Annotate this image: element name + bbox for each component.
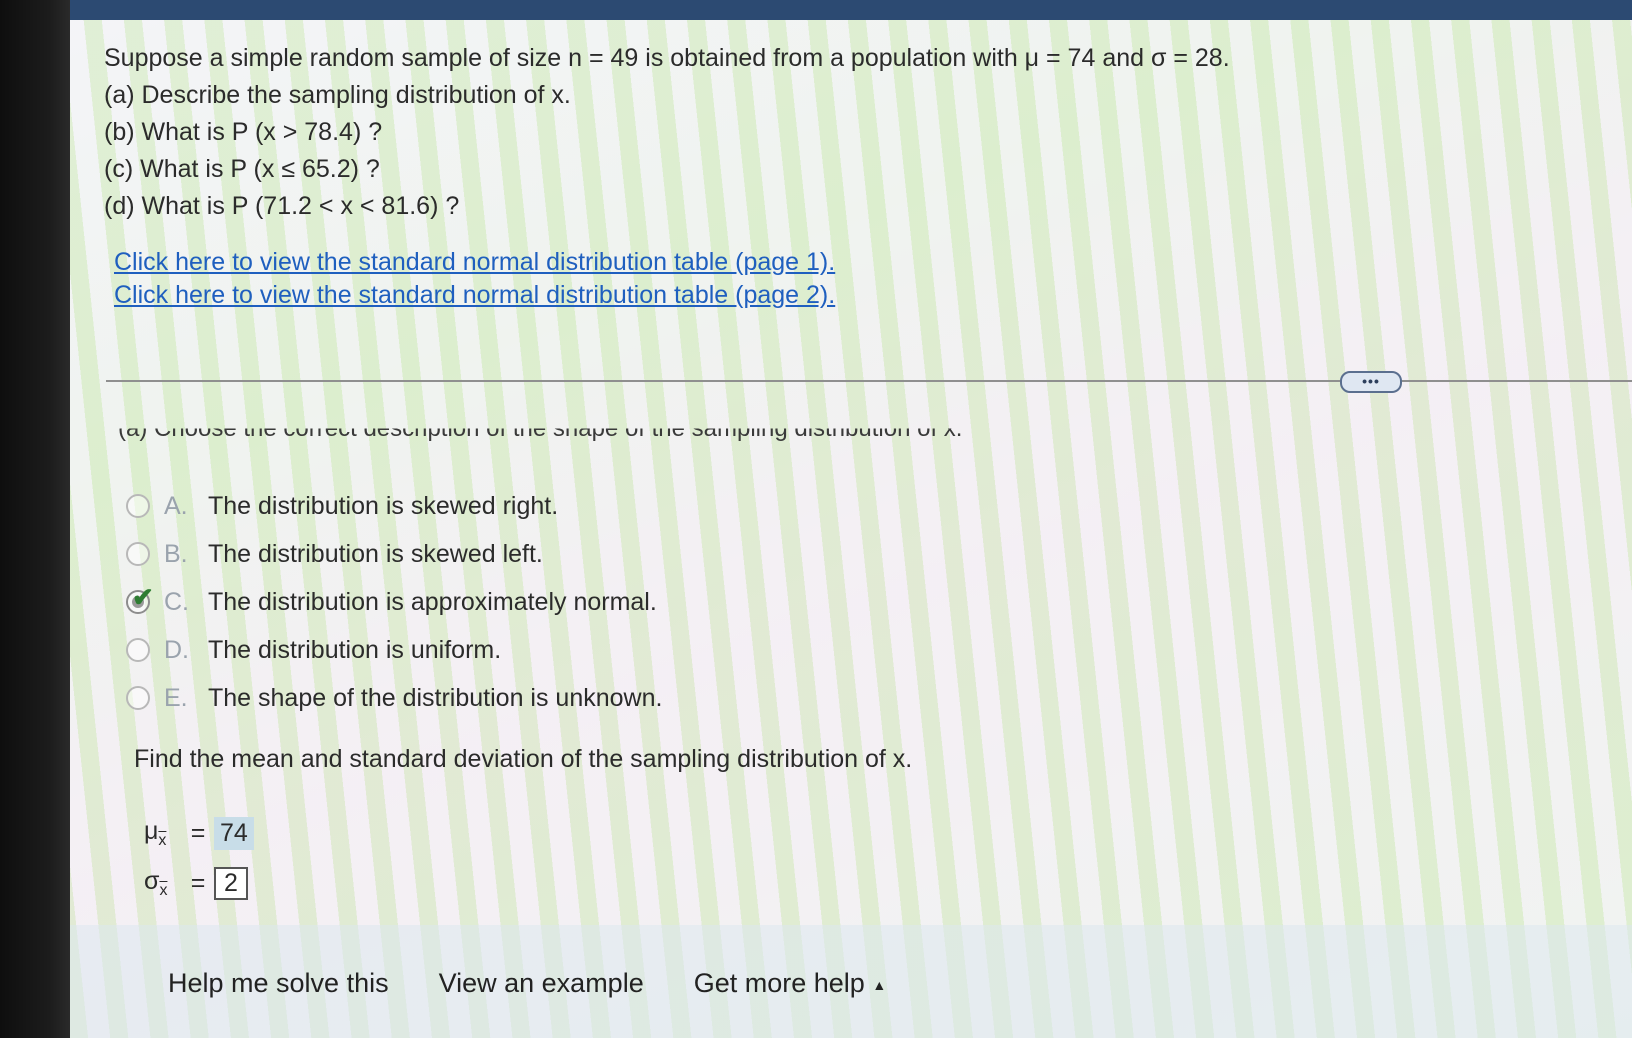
- sd-answer-input[interactable]: 2: [214, 866, 248, 900]
- part-a-prompt: (a) Choose the correct description of th…: [118, 415, 963, 442]
- option-text: The distribution is approximately normal…: [208, 587, 657, 616]
- option-d[interactable]: D. The distribution is uniform.: [126, 626, 662, 674]
- sd-row: σx = 2: [144, 858, 254, 908]
- radio-button[interactable]: [126, 542, 150, 566]
- find-mean-sd-prompt: Find the mean and standard deviation of …: [134, 745, 913, 773]
- section-divider: [106, 380, 1632, 382]
- help-me-solve-button[interactable]: Help me solve this: [168, 968, 389, 999]
- problem-part-d: (d) What is P (71.2 < x < 81.6) ?: [104, 192, 460, 220]
- help-buttons: Help me solve this View an example Get m…: [168, 968, 886, 999]
- answer-fields: μx = 74 σx = 2: [144, 808, 254, 908]
- table-link-page-2[interactable]: Click here to view the standard normal d…: [114, 279, 835, 312]
- equals-sign: =: [190, 818, 206, 847]
- monitor-bezel: [0, 0, 70, 1038]
- radio-button[interactable]: [126, 638, 150, 662]
- option-letter: D.: [164, 635, 189, 664]
- problem-part-c: (c) What is P (x ≤ 65.2) ?: [104, 155, 380, 183]
- option-text: The distribution is skewed right.: [208, 491, 559, 520]
- view-example-button[interactable]: View an example: [439, 968, 644, 999]
- answer-options: A. The distribution is skewed right. B. …: [126, 482, 662, 722]
- option-letter: C.: [164, 587, 189, 616]
- problem-statement: Suppose a simple random sample of size n…: [104, 40, 1230, 225]
- option-letter: A.: [164, 491, 188, 520]
- question-screen: Suppose a simple random sample of size n…: [70, 20, 1632, 1038]
- option-text: The shape of the distribution is unknown…: [208, 683, 663, 712]
- equals-sign: =: [190, 868, 206, 897]
- option-text: The distribution is uniform.: [208, 635, 502, 664]
- option-text: The distribution is skewed left.: [208, 539, 543, 568]
- top-bar: [70, 0, 1632, 20]
- problem-part-a: (a) Describe the sampling distribution o…: [104, 81, 571, 109]
- problem-intro: Suppose a simple random sample of size n…: [104, 44, 1230, 72]
- radio-button[interactable]: [126, 686, 150, 710]
- table-link-page-1[interactable]: Click here to view the standard normal d…: [114, 246, 835, 279]
- more-options-button[interactable]: •••: [1340, 371, 1402, 393]
- caret-up-icon: ▲: [872, 976, 887, 993]
- mean-row: μx = 74: [144, 808, 254, 858]
- option-b[interactable]: B. The distribution is skewed left.: [126, 530, 662, 578]
- option-letter: B.: [164, 539, 188, 568]
- get-more-help-button[interactable]: Get more help ▲: [694, 968, 886, 999]
- option-e[interactable]: E. The shape of the distribution is unkn…: [126, 674, 662, 722]
- option-letter: E.: [164, 683, 188, 712]
- checkmark-icon: ✔: [132, 582, 154, 612]
- option-a[interactable]: A. The distribution is skewed right.: [126, 482, 662, 530]
- table-links: Click here to view the standard normal d…: [114, 246, 835, 312]
- problem-part-b: (b) What is P (x > 78.4) ?: [104, 118, 383, 146]
- sd-symbol: σx: [144, 866, 168, 899]
- mean-answer[interactable]: 74: [214, 816, 254, 850]
- radio-button[interactable]: [126, 494, 150, 518]
- mean-symbol: μx: [144, 816, 167, 849]
- option-c[interactable]: ✔ C. The distribution is approximately n…: [126, 578, 662, 626]
